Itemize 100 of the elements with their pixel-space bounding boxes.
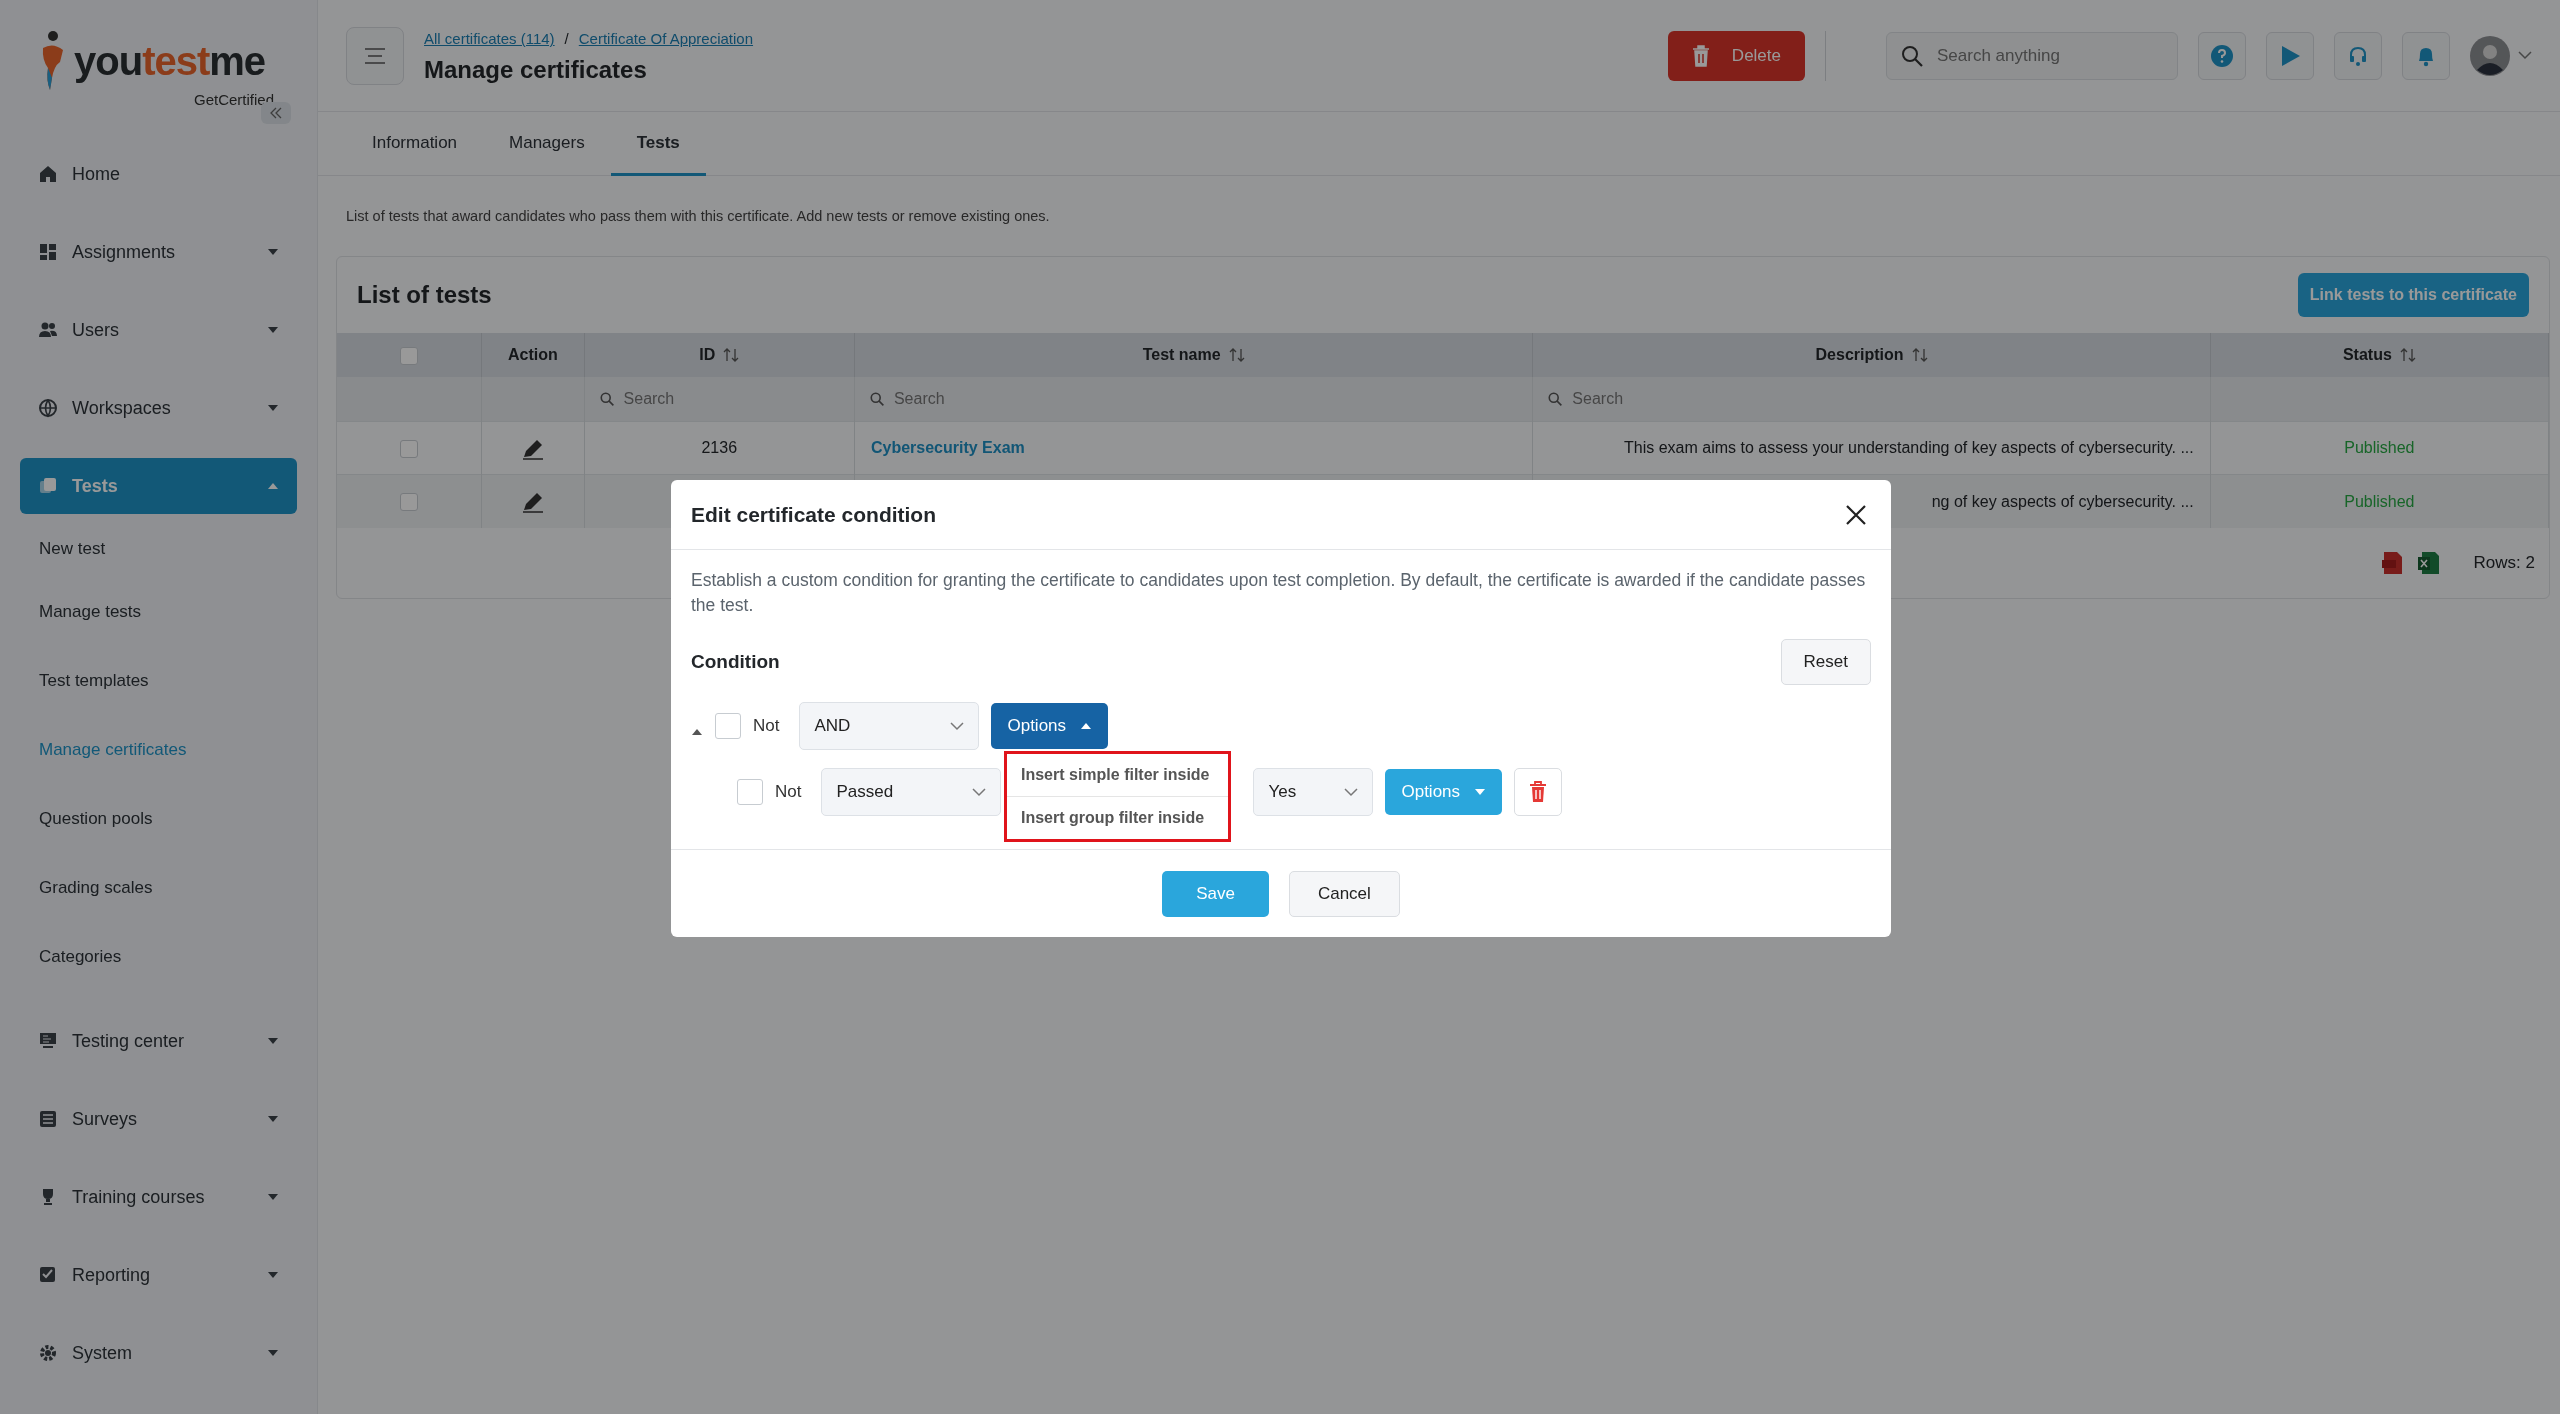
filter-field[interactable]: Search (1570, 386, 2209, 412)
sidebar-item[interactable]: Reporting (20, 1247, 297, 1303)
filter-field[interactable]: Search (1532, 376, 2211, 422)
test-name-link[interactable]: Cybersecurity Exam (870, 439, 1025, 457)
sidebar-subitem[interactable]: Question pools (20, 784, 297, 853)
tab[interactable]: Tests (610, 112, 706, 176)
reset-button[interactable]: Reset (1780, 639, 1871, 685)
caret-up-icon (691, 727, 703, 736)
caret-down-icon (267, 1349, 279, 1357)
search-icon (1548, 392, 1563, 406)
column-header[interactable]: Test name (1142, 342, 1221, 367)
logo-tagline: GetCertified (194, 92, 276, 107)
filter-field[interactable]: Search (854, 376, 1533, 422)
logo-text: youtestme (74, 41, 266, 81)
sidebar-item[interactable]: Training courses (20, 1169, 297, 1225)
rows-count: Rows: 2 (2473, 552, 2535, 574)
caret-up-icon (267, 482, 279, 490)
value-select[interactable]: Yes (1253, 768, 1374, 816)
search-field[interactable]: Search anything (1886, 31, 2178, 80)
row-checkbox[interactable] (400, 493, 419, 512)
monitor-list-icon (38, 1031, 58, 1051)
list-icon (38, 1109, 58, 1129)
caret-down-icon (267, 1193, 279, 1201)
caret-up-icon (1080, 722, 1093, 730)
filter-field[interactable]: Search (621, 386, 853, 412)
sidebar-item[interactable]: Home (20, 146, 297, 202)
column-header[interactable]: ID (699, 342, 716, 367)
sidebar-item[interactable]: Tests (20, 458, 297, 514)
caret-down-icon (267, 404, 279, 412)
sidebar-subitem[interactable]: Categories (20, 922, 297, 991)
sidebar-item[interactable]: Workspaces (20, 380, 297, 436)
sidebar-subitem[interactable]: Grading scales (20, 853, 297, 922)
caret-down-icon (267, 1115, 279, 1123)
home-icon (38, 164, 58, 184)
status-text: Published (2344, 439, 2415, 457)
users-icon (38, 320, 58, 340)
delete-button[interactable] (1514, 768, 1563, 816)
close-icon (1845, 504, 1867, 527)
section-title: Condition (691, 649, 780, 674)
column-header[interactable]: Description (1815, 342, 1904, 367)
options-button[interactable]: Options (1385, 769, 1503, 815)
gear-icon (38, 1343, 58, 1363)
sidebar-subitem[interactable]: Manage tests (20, 577, 297, 646)
checkbox-icon (38, 1265, 58, 1285)
caret-down-icon (267, 326, 279, 334)
menu-button[interactable] (346, 26, 404, 85)
intro-text: List of tests that award candidates who pass them with this certificate. Add new tests or remove existing ones. (346, 207, 1051, 226)
checkbox-label: Not (775, 781, 802, 804)
excel-file-icon[interactable] (2417, 550, 2440, 575)
table-cell: 2136 (701, 439, 738, 457)
breadcrumb-link[interactable]: All certificates (114) (424, 30, 555, 48)
pdf-file-icon[interactable] (2381, 550, 2404, 575)
page-title: Manage certificates (424, 55, 648, 85)
checkbox-label: Not (753, 715, 780, 738)
notifications-button[interactable] (2402, 31, 2450, 80)
trash-icon (1691, 44, 1710, 67)
sidebar-subitem[interactable]: New test (20, 521, 297, 577)
chevron-down-icon (972, 787, 987, 797)
cancel-button[interactable]: Cancel (1288, 870, 1400, 917)
search-field[interactable]: Search anything (1935, 41, 2163, 70)
row-checkbox[interactable] (400, 440, 419, 458)
sidebar-subitem[interactable]: Test templates (20, 646, 297, 715)
table-cell: ng of key aspects of cybersecurity. ... (1931, 492, 2194, 510)
chevron-down-icon (2518, 51, 2532, 60)
help-button[interactable] (2198, 31, 2246, 80)
modal-description: Establish a custom condition for granting the certificate to candidates upon test completion. By default, the certificate is awarded if the candidate passes the test. (691, 569, 1867, 617)
dashboard-icon (38, 242, 58, 262)
not-checkbox[interactable] (715, 713, 741, 739)
save-button[interactable]: Save (1162, 870, 1269, 917)
sidebar-item[interactable]: Testing center (20, 1013, 297, 1069)
select-all-checkbox[interactable] (400, 346, 419, 365)
trash-icon (1529, 781, 1548, 803)
play-button[interactable] (2266, 31, 2314, 80)
sidebar-item[interactable]: Users (20, 302, 297, 358)
delete-button[interactable]: Delete (1667, 30, 1805, 81)
not-checkbox[interactable] (737, 779, 763, 805)
column-header[interactable]: Status (2342, 342, 2392, 367)
filter-field[interactable]: Search (584, 376, 855, 422)
globe-icon (38, 398, 58, 418)
chevron-down-icon (950, 721, 965, 731)
sidebar-item[interactable]: System (20, 1325, 297, 1381)
breadcrumb-link[interactable]: Certificate Of Appreciation (578, 30, 754, 48)
operator-select[interactable]: AND (799, 702, 980, 750)
filter-field[interactable]: Search (891, 386, 1532, 412)
tab[interactable]: Managers (483, 112, 611, 176)
sidebar-item[interactable]: Surveys (20, 1091, 297, 1147)
options-button[interactable]: Options (991, 703, 1109, 749)
search-icon (599, 392, 614, 406)
caret-down-icon (267, 1271, 279, 1279)
tab[interactable]: Information (346, 112, 484, 176)
field-select[interactable]: Passed (821, 768, 1002, 816)
breadcrumb-separator: / (564, 30, 569, 48)
edit-pen-icon[interactable] (520, 491, 545, 514)
support-button[interactable] (2334, 31, 2382, 80)
table-cell: This exam aims to assess your understanding of key aspects of cybersecurity. ... (1624, 439, 2194, 457)
menu-icon (364, 47, 386, 64)
sidebar-item[interactable]: Assignments (20, 224, 297, 280)
card-title: List of tests (357, 279, 492, 310)
avatar-icon[interactable] (2470, 35, 2510, 76)
edit-pen-icon[interactable] (520, 438, 545, 460)
